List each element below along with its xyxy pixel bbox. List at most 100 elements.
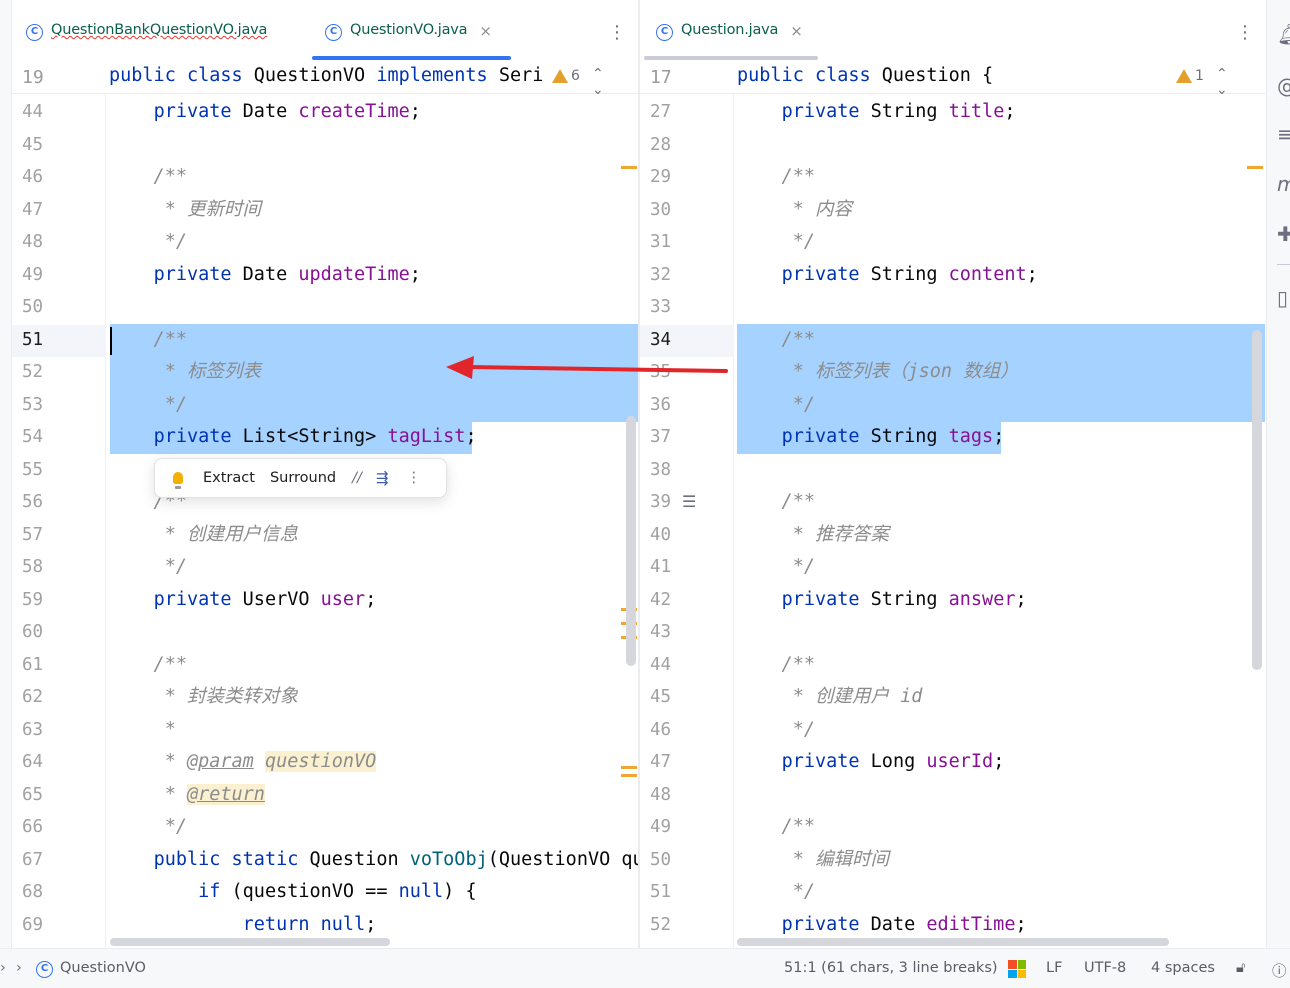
code-line[interactable]: /** <box>737 161 815 194</box>
windows-logo-icon[interactable] <box>1008 960 1026 978</box>
code-line[interactable]: */ <box>109 389 187 422</box>
code-line[interactable]: * 创建用户 id <box>737 681 923 714</box>
warning-mark[interactable] <box>621 166 637 169</box>
line-number: 68 <box>22 882 44 902</box>
breadcrumb-prefix[interactable]: › <box>0 960 6 976</box>
code-line[interactable]: private Long userId; <box>737 746 1005 779</box>
line-number: 50 <box>650 849 672 870</box>
code-line[interactable]: */ <box>109 551 187 584</box>
code-line[interactable]: */ <box>737 714 815 747</box>
indent-setting[interactable]: 4 spaces <box>1151 960 1215 976</box>
caret-position[interactable]: 51:1 (61 chars, 3 line breaks) <box>784 960 998 976</box>
code-line[interactable]: * <box>109 714 176 747</box>
left-horizontal-scrollbar[interactable] <box>110 938 390 946</box>
code-line[interactable]: private String title; <box>737 96 1016 129</box>
code-line[interactable]: private String answer; <box>737 584 1027 617</box>
code-line[interactable]: private String tags; <box>737 421 1005 454</box>
ai-assistant-icon[interactable]: @ <box>1277 74 1290 98</box>
code-line[interactable]: private String content; <box>737 259 1038 292</box>
code-line[interactable]: /** <box>737 324 815 357</box>
code-line[interactable]: private List<String> tagList; <box>109 421 477 454</box>
line-number: 48 <box>22 232 44 252</box>
code-line[interactable]: * 创建用户信息 <box>109 519 298 552</box>
surround-button[interactable]: Surround <box>270 470 336 486</box>
code-line[interactable]: public static Question voToObj(QuestionV… <box>109 844 638 877</box>
tab-question-vo[interactable]: C QuestionVO.java × <box>325 22 492 60</box>
code-line[interactable]: private Date editTime; <box>737 909 1027 942</box>
code-line[interactable]: private UserVO user; <box>109 584 377 617</box>
right-tool-window-bar: 🔔︎ @ ≡ m ✚ ▯ <box>1266 0 1290 948</box>
code-line[interactable]: /** <box>109 161 187 194</box>
database-icon[interactable]: ≡ <box>1277 122 1290 146</box>
maven-icon[interactable]: m <box>1277 172 1290 196</box>
left-edge-strip <box>0 0 12 948</box>
line-number: 45 <box>22 134 44 155</box>
code-line[interactable]: /** <box>737 811 815 844</box>
line-number: 56 <box>22 492 44 512</box>
code-line[interactable]: * 标签列表（json 数组） <box>737 356 1019 389</box>
line-number: 66 <box>22 817 44 837</box>
sticky-code: public class QuestionVO implements Seri <box>109 65 544 86</box>
notifications-icon[interactable]: 🔔︎ <box>1277 22 1290 46</box>
code-line[interactable]: * 内容 <box>737 194 852 227</box>
right-code-area[interactable]: private String title; /** * 内容 */ privat… <box>734 94 1265 948</box>
tab-question[interactable]: C Question.java × <box>656 22 803 60</box>
more-icon[interactable]: ⋮ <box>608 24 626 42</box>
plugins-icon[interactable]: ✚ <box>1277 222 1290 246</box>
code-line[interactable]: */ <box>109 811 187 844</box>
code-line[interactable]: /** <box>737 486 815 519</box>
sticky-header[interactable]: 19 public class QuestionVO implements Se… <box>12 60 638 98</box>
left-vertical-scrollbar[interactable] <box>626 416 636 666</box>
code-line[interactable]: */ <box>737 389 815 422</box>
code-line[interactable]: * 推荐答案 <box>737 519 889 552</box>
right-gutter: 27 28 29 30 31 32 33 34 35 36 37 38 39 40 41 42 43 44 45 46… <box>640 94 734 948</box>
file-encoding[interactable]: UTF-8 <box>1084 960 1126 976</box>
code-line[interactable]: private Date updateTime; <box>109 259 421 292</box>
extract-button[interactable]: Extract <box>203 470 255 486</box>
code-line[interactable]: * @return <box>109 779 265 812</box>
warning-mark[interactable] <box>621 774 637 777</box>
code-line[interactable]: return null; <box>109 909 377 942</box>
left-code-area[interactable]: private Date createTime; /** * 更新时间 */ p… <box>106 94 638 948</box>
code-line[interactable]: * 更新时间 <box>109 194 261 227</box>
code-line[interactable]: if (questionVO == null) { <box>109 876 476 909</box>
code-line[interactable]: */ <box>109 226 187 259</box>
code-line[interactable]: * 编辑时间 <box>737 844 889 877</box>
lock-icon[interactable]: 🔓︎ <box>1236 960 1245 976</box>
problems-icon[interactable]: ⓘ <box>1272 960 1287 981</box>
doc-render-icon[interactable]: ☰ <box>682 492 696 511</box>
close-icon[interactable]: × <box>479 22 492 40</box>
code-line[interactable]: * @param questionVO <box>109 746 377 779</box>
comment-button[interactable]: // <box>352 470 362 486</box>
line-ending[interactable]: LF <box>1046 960 1062 976</box>
format-icon[interactable]: ⇶ <box>376 469 389 487</box>
lightbulb-icon[interactable] <box>173 472 183 489</box>
code-line[interactable]: */ <box>737 876 815 909</box>
line-number: 46 <box>22 167 44 187</box>
code-line[interactable]: * 封装类转对象 <box>109 681 298 714</box>
line-number: 52 <box>650 914 672 935</box>
line-number: 63 <box>22 719 44 740</box>
close-icon[interactable]: × <box>790 22 803 40</box>
more-icon[interactable]: ⋮ <box>407 470 422 486</box>
more-icon[interactable]: ⋮ <box>1236 24 1254 42</box>
warning-indicator[interactable]: 1 <box>1176 68 1204 84</box>
warning-mark[interactable] <box>1247 166 1263 169</box>
left-tabbar: C QuestionBankQuestionVO.java C Question… <box>12 10 638 60</box>
sticky-header[interactable]: 17 public class Question { 1 ⌃ ⌄ <box>640 60 1265 98</box>
breadcrumb[interactable]: QuestionVO <box>60 960 146 976</box>
code-line[interactable]: /** <box>109 649 187 682</box>
code-line[interactable]: */ <box>737 226 815 259</box>
right-horizontal-scrollbar[interactable] <box>737 938 1169 946</box>
right-vertical-scrollbar[interactable] <box>1252 330 1262 670</box>
code-line[interactable]: * 标签列表 <box>109 356 261 389</box>
code-line[interactable]: /** <box>109 324 187 357</box>
code-line[interactable]: */ <box>737 551 815 584</box>
tab-question-bank-question-vo[interactable]: C QuestionBankQuestionVO.java <box>26 22 267 60</box>
warning-mark[interactable] <box>621 766 637 769</box>
code-line[interactable]: private Date createTime; <box>109 96 421 129</box>
warning-indicator[interactable]: 6 <box>552 68 580 84</box>
clipboard-icon[interactable]: ▯ <box>1277 286 1288 310</box>
code-line[interactable]: /** <box>737 649 815 682</box>
line-number: 54 <box>22 427 44 447</box>
